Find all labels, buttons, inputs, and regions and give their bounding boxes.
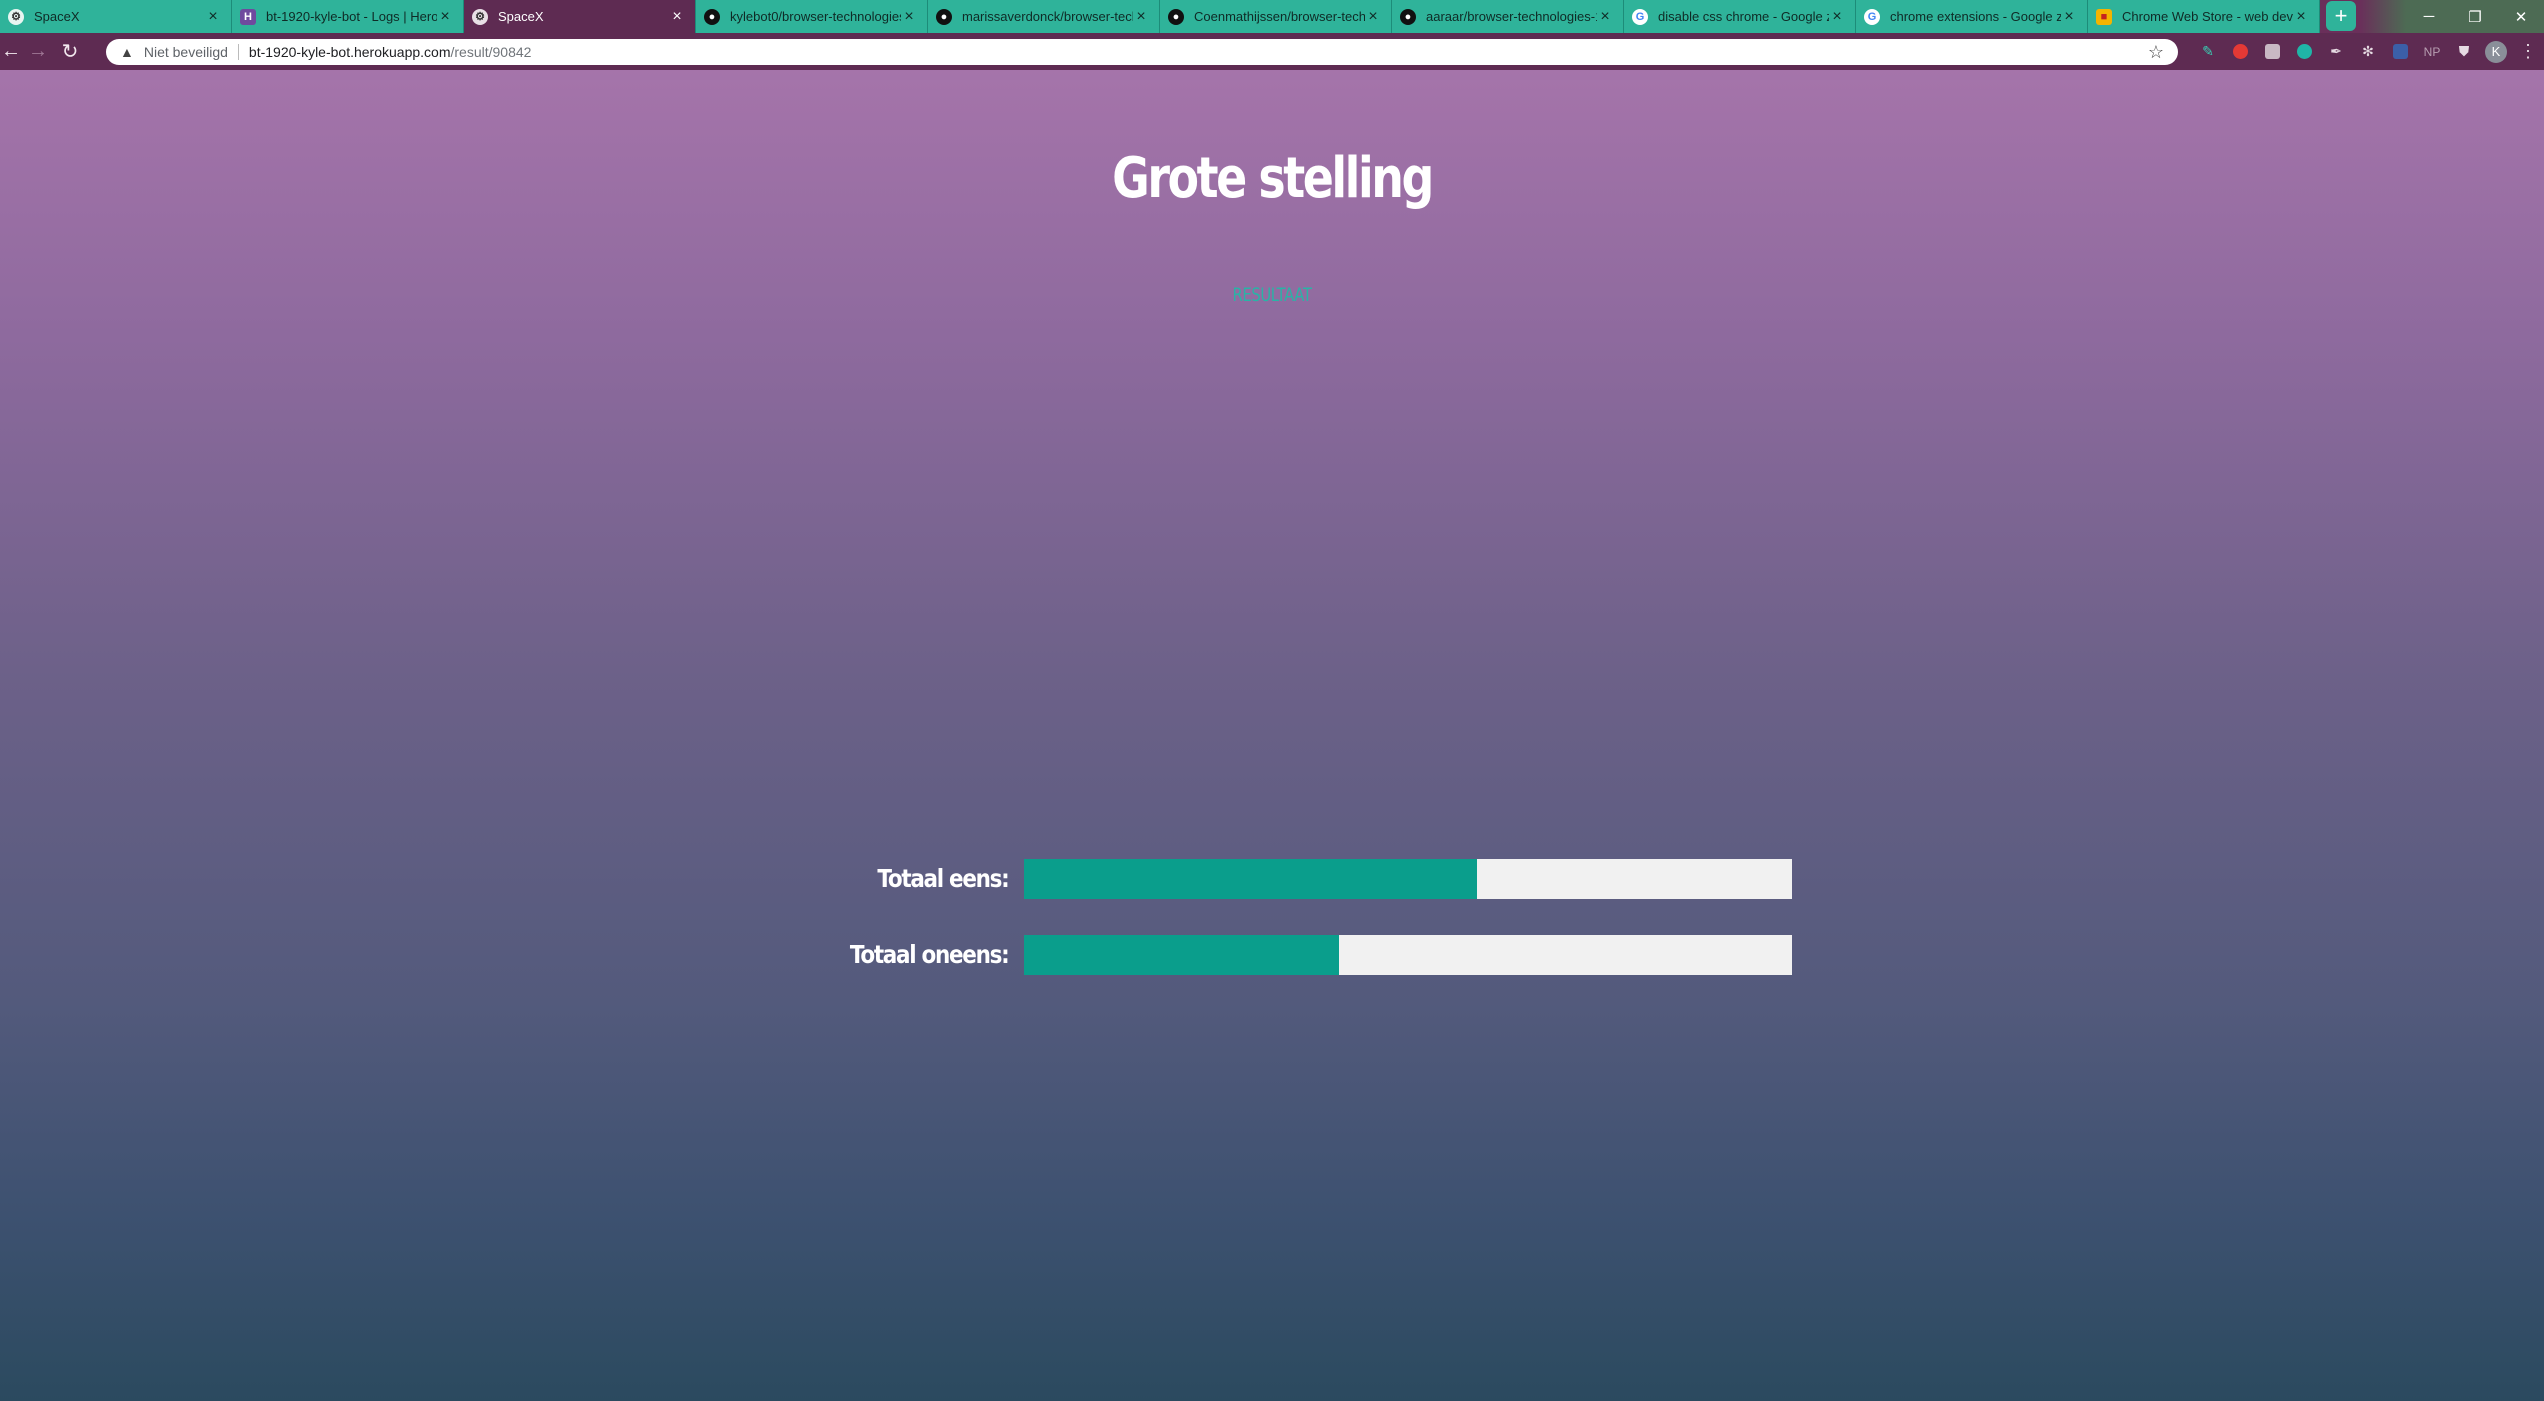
webstore-icon: ■ (2096, 8, 2112, 25)
tab-title: disable css chrome - Google zo (1658, 9, 1829, 24)
browser-tab[interactable]: G disable css chrome - Google zo × (1624, 0, 1856, 33)
avatar: K (2485, 40, 2507, 63)
shield-icon[interactable]: ⛊ (2448, 37, 2480, 67)
restore-icon[interactable]: ❐ (2452, 0, 2498, 33)
tab-title: SpaceX (498, 9, 544, 24)
close-icon[interactable]: × (205, 8, 221, 26)
spacex-icon: ⚙ (472, 8, 488, 25)
tab-title: Chrome Web Store - web devel (2122, 9, 2293, 24)
github-icon: ● (1400, 8, 1416, 25)
progress-fill (1024, 859, 1478, 899)
url-host: bt-1920-kyle-bot.herokuapp.com (248, 43, 451, 60)
browser-tab[interactable]: ● Coenmathijssen/browser-techn × (1160, 0, 1392, 33)
github-icon: ● (704, 8, 720, 25)
close-icon[interactable]: × (1829, 8, 1845, 26)
menu-icon[interactable]: ⋮ (2512, 37, 2544, 67)
tab-title: aaraar/browser-technologies-1 (1426, 9, 1597, 24)
page-title: Grote stelling (1112, 146, 1434, 211)
reload-icon[interactable]: ↻ (54, 37, 86, 67)
address-bar[interactable]: ▲ Niet beveiligd bt-1920-kyle-bot.heroku… (106, 38, 2178, 65)
record-icon[interactable] (2224, 37, 2256, 67)
back-icon[interactable]: ← (0, 37, 22, 67)
warning-icon[interactable]: ▲ (120, 44, 134, 60)
result-bar-row: Totaal eens: (0, 859, 2544, 899)
spacex-icon: ⚙ (8, 8, 24, 25)
browser-tab[interactable]: G chrome extensions - Google zo × (1856, 0, 2088, 33)
close-icon[interactable]: × (2061, 8, 2077, 26)
tab-title: chrome extensions - Google zo (1890, 9, 2061, 24)
browser-tab-active[interactable]: ⚙ SpaceX × (464, 0, 696, 33)
progress-track (1024, 859, 1792, 899)
browser-tab[interactable]: ⚙ SpaceX × (0, 0, 232, 33)
browser-toolbar: ← → ↻ ▲ Niet beveiligd bt-1920-kyle-bot.… (0, 33, 2544, 70)
minimize-icon[interactable]: ─ (2406, 0, 2452, 33)
close-icon[interactable]: × (1597, 8, 1613, 26)
google-icon: G (1864, 8, 1880, 25)
close-icon[interactable]: × (901, 8, 917, 26)
title-bar-drag-area[interactable] (2360, 0, 2406, 33)
url-path: /result/90842 (450, 43, 532, 60)
bar-label: Totaal eens: (876, 864, 1009, 893)
close-icon[interactable]: × (1365, 8, 1381, 26)
new-tab-button[interactable]: + (2326, 1, 2356, 31)
result-bar-row: Totaal oneens: (0, 935, 2544, 975)
bookmark-star-icon[interactable]: ☆ (2148, 42, 2164, 63)
close-icon[interactable]: × (437, 8, 453, 26)
tab-title: kylebot0/browser-technologies (730, 9, 901, 24)
off-icon[interactable] (2384, 37, 2416, 67)
close-icon[interactable]: × (2293, 8, 2309, 26)
close-icon[interactable]: × (669, 8, 685, 26)
profile-avatar[interactable]: K (2480, 37, 2512, 67)
browser-tab[interactable]: ■ Chrome Web Store - web devel × (2088, 0, 2320, 33)
tab-title: bt-1920-kyle-bot - Logs | Herok (266, 9, 437, 24)
box-icon[interactable] (2256, 37, 2288, 67)
progress-fill (1024, 935, 1339, 975)
bar-label: Totaal oneens: (849, 940, 1009, 969)
divider (237, 43, 239, 60)
window-close-icon[interactable]: ✕ (2498, 0, 2544, 33)
tab-strip: ⚙ SpaceX × H bt-1920-kyle-bot - Logs | H… (0, 0, 2544, 33)
tab-title: SpaceX (34, 9, 80, 24)
pen-icon[interactable]: ✎ (2192, 37, 2224, 67)
security-status[interactable]: Niet beveiligd (144, 44, 228, 60)
heroku-icon: H (240, 8, 256, 25)
page-content: Grote stelling RESULTAAT Totaal eens: To… (0, 70, 2544, 1401)
close-icon[interactable]: × (1133, 8, 1149, 26)
tab-title: marissaverdonck/browser-techr (962, 9, 1133, 24)
github-icon: ● (936, 8, 952, 25)
google-icon: G (1632, 8, 1648, 25)
progress-track (1024, 935, 1792, 975)
browser-tab[interactable]: ● kylebot0/browser-technologies × (696, 0, 928, 33)
feather-icon[interactable]: ✒ (2320, 37, 2352, 67)
browser-tab[interactable]: H bt-1920-kyle-bot - Logs | Herok × (232, 0, 464, 33)
result-label: RESULTAAT (1232, 284, 1312, 306)
tab-title: Coenmathijssen/browser-techn (1194, 9, 1365, 24)
browser-tab[interactable]: ● marissaverdonck/browser-techr × (928, 0, 1160, 33)
gear-icon[interactable]: ✻ (2352, 37, 2384, 67)
forward-icon[interactable]: → (22, 37, 54, 67)
m-icon[interactable] (2288, 37, 2320, 67)
browser-tab[interactable]: ● aaraar/browser-technologies-1 × (1392, 0, 1624, 33)
np-icon[interactable]: NP (2416, 37, 2448, 67)
github-icon: ● (1168, 8, 1184, 25)
